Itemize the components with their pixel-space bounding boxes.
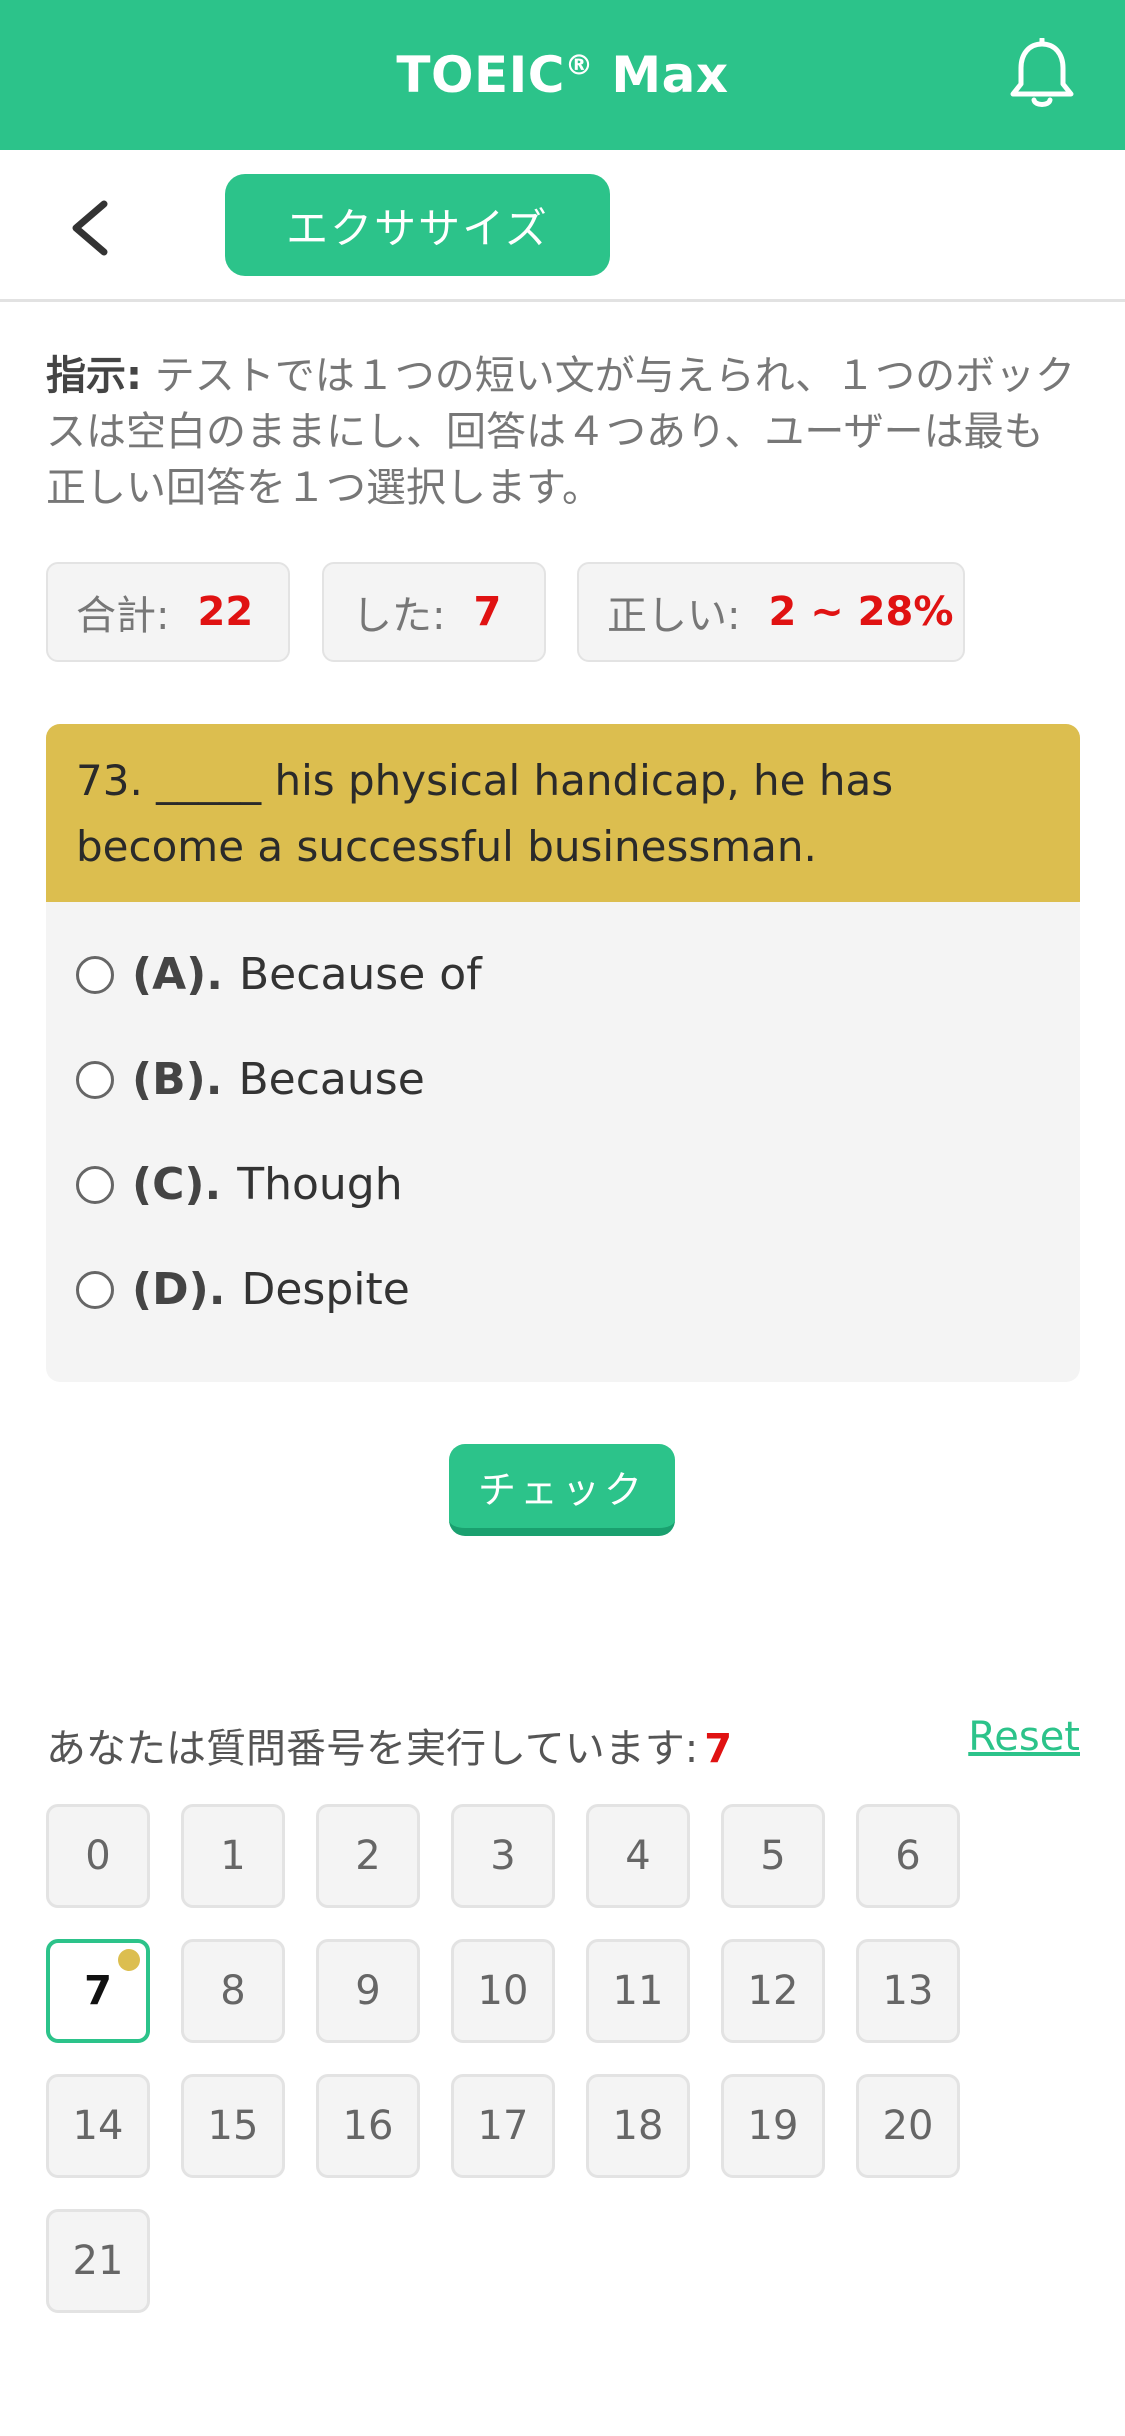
option-d[interactable]: (D). Despite <box>46 1237 1080 1342</box>
question-number-label: 13 <box>882 1968 934 2014</box>
option-c[interactable]: (C). Though <box>46 1132 1080 1237</box>
stat-done-value: 7 <box>473 589 502 635</box>
question-number-button[interactable]: 11 <box>586 1939 690 2043</box>
back-arrow-icon[interactable] <box>60 196 120 260</box>
answer-options: (A). Because of (B). Because (C). Though… <box>46 902 1080 1342</box>
stat-done: した: 7 <box>322 562 546 662</box>
question-number-label: 9 <box>355 1968 381 2014</box>
question-number-label: 18 <box>612 2103 664 2149</box>
current-question-number: 7 <box>704 1726 733 1772</box>
question-number-label: 3 <box>490 1833 516 1879</box>
question-number-button[interactable]: 4 <box>586 1804 690 1908</box>
question-text: 73. _____ his physical handicap, he has … <box>46 724 1080 902</box>
question-number-button[interactable]: 7 <box>46 1939 150 2043</box>
instruction-text: 指示: テストでは１つの短い文が与えられ、１つのボックスは空白のままにし、回答は… <box>46 348 1080 516</box>
question-card: 73. _____ his physical handicap, he has … <box>46 724 1080 1382</box>
app-title-suffix: Max <box>593 46 729 104</box>
option-text: Though <box>237 1159 403 1210</box>
question-number-label: 17 <box>477 2103 529 2149</box>
radio-icon[interactable] <box>76 1270 114 1309</box>
option-text: Because <box>238 1054 425 1105</box>
question-number-label: 19 <box>747 2103 799 2149</box>
question-number-button[interactable]: 13 <box>856 1939 960 2043</box>
question-number-label: 16 <box>342 2103 394 2149</box>
question-number-label: 12 <box>747 1968 799 2014</box>
tab-exercise[interactable]: エクササイズ <box>225 174 610 276</box>
question-number-button[interactable]: 1 <box>181 1804 285 1908</box>
stat-total: 合計: 22 <box>46 562 290 662</box>
stat-total-label: 合計: <box>76 593 170 639</box>
question-number-label: 6 <box>895 1833 921 1879</box>
option-letter: (D). <box>132 1264 226 1315</box>
question-number-label: 2 <box>355 1833 381 1879</box>
question-number-button[interactable]: 16 <box>316 2074 420 2178</box>
question-number-button[interactable]: 2 <box>316 1804 420 1908</box>
question-number-button[interactable]: 5 <box>721 1804 825 1908</box>
reset-link[interactable]: Reset <box>968 1714 1080 1760</box>
radio-icon[interactable] <box>76 1060 114 1099</box>
question-number-label: 5 <box>760 1833 786 1879</box>
option-text: Because of <box>239 949 482 1000</box>
question-number-label: 0 <box>85 1833 111 1879</box>
question-number-button[interactable]: 17 <box>451 2074 555 2178</box>
option-b[interactable]: (B). Because <box>46 1027 1080 1132</box>
question-number-label: 14 <box>72 2103 124 2149</box>
question-number-label: 10 <box>477 1968 529 2014</box>
radio-icon[interactable] <box>76 955 114 994</box>
stat-done-label: した: <box>352 593 446 639</box>
instruction-body: テストでは１つの短い文が与えられ、１つのボックスは空白のままにし、回答は４つあり… <box>46 353 1076 511</box>
option-letter: (A). <box>132 949 223 1000</box>
stat-correct-label: 正しい: <box>607 593 741 639</box>
question-number-label: 15 <box>207 2103 259 2149</box>
question-number-label: 1 <box>220 1833 246 1879</box>
question-number-button[interactable]: 19 <box>721 2074 825 2178</box>
question-number-button[interactable]: 20 <box>856 2074 960 2178</box>
registered-mark: ® <box>564 48 594 82</box>
progress-label: あなたは質問番号を実行しています: 7 <box>46 1716 732 1774</box>
question-number-button[interactable]: 3 <box>451 1804 555 1908</box>
instruction-label: 指示: <box>46 353 142 399</box>
app-title: TOEIC® Max <box>396 46 728 104</box>
question-number-label: 8 <box>220 1968 246 2014</box>
question-number-button[interactable]: 15 <box>181 2074 285 2178</box>
app-header: TOEIC® Max <box>0 0 1125 150</box>
app-title-main: TOEIC <box>396 46 565 104</box>
question-number-label: 20 <box>882 2103 934 2149</box>
check-button[interactable]: チェック <box>449 1444 675 1536</box>
sub-navigation: エクササイズ <box>0 150 1125 302</box>
stat-correct-value: 2 ~ 28% <box>768 589 954 635</box>
stat-total-value: 22 <box>197 589 254 635</box>
question-number-label: 21 <box>72 2238 124 2284</box>
option-text: Despite <box>241 1264 410 1315</box>
question-number-button[interactable]: 18 <box>586 2074 690 2178</box>
option-letter: (C). <box>132 1159 222 1210</box>
question-number-label: 7 <box>84 1968 112 2014</box>
option-letter: (B). <box>132 1054 223 1105</box>
question-number-button[interactable]: 0 <box>46 1804 150 1908</box>
question-number-button[interactable]: 14 <box>46 2074 150 2178</box>
question-number-button[interactable]: 8 <box>181 1939 285 2043</box>
question-number-label: 4 <box>625 1833 651 1879</box>
question-number-button[interactable]: 21 <box>46 2209 150 2313</box>
current-indicator-dot <box>118 1949 140 1971</box>
radio-icon[interactable] <box>76 1165 114 1204</box>
question-number-button[interactable]: 9 <box>316 1939 420 2043</box>
stat-correct: 正しい: 2 ~ 28% <box>577 562 965 662</box>
question-number-button[interactable]: 6 <box>856 1804 960 1908</box>
question-number-button[interactable]: 10 <box>451 1939 555 2043</box>
question-number-label: 11 <box>612 1968 664 2014</box>
bell-icon[interactable] <box>1007 38 1077 112</box>
progress-text: あなたは質問番号を実行しています: <box>46 1726 699 1772</box>
option-a[interactable]: (A). Because of <box>46 922 1080 1027</box>
question-number-button[interactable]: 12 <box>721 1939 825 2043</box>
